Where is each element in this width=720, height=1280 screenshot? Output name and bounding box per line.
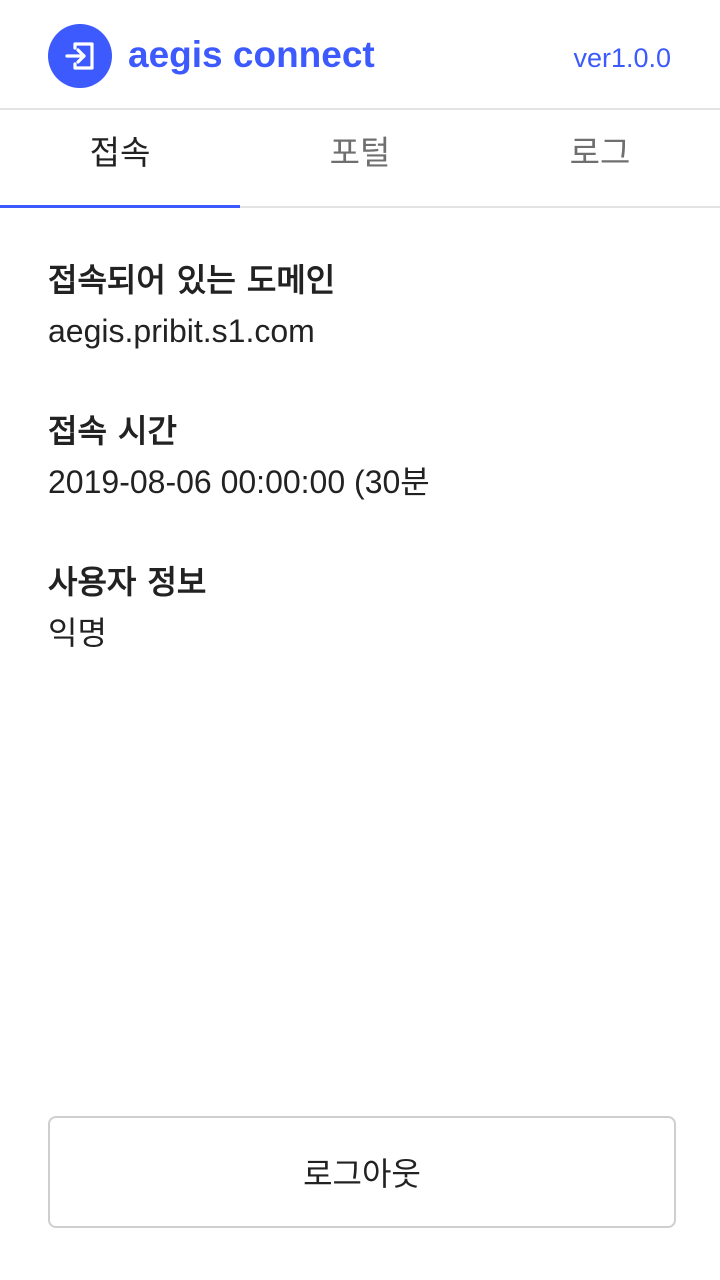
tab-log[interactable]: 로그 — [480, 110, 720, 206]
time-value: 2019-08-06 00:00:00 (30분 — [48, 464, 430, 500]
user-value: 익명 — [48, 615, 107, 651]
domain-section: 접속되어 있는 도메인 aegis.pribit.s1.com — [48, 254, 672, 356]
user-section: 사용자 정보 익명 — [48, 556, 672, 658]
user-label: 사용자 정보 — [48, 563, 207, 601]
time-section: 접속 시간 2019-08-06 00:00:00 (30분 — [48, 405, 672, 507]
tab-bar: 접속 포털 로그 — [0, 110, 720, 208]
app-screen: aegis connect ver1.0.0 접속 포털 로그 접속되어 있는 … — [0, 0, 720, 1280]
connection-info: 접속되어 있는 도메인 aegis.pribit.s1.com 접속 시간 20… — [48, 254, 672, 707]
version-label: ver1.0.0 — [573, 43, 671, 73]
app-title: aegis connect — [128, 34, 375, 75]
time-label: 접속 시간 — [48, 412, 177, 450]
domain-label: 접속되어 있는 도메인 — [48, 261, 336, 299]
logout-button[interactable]: 로그아웃 — [48, 1116, 676, 1228]
app-header: aegis connect ver1.0.0 — [0, 0, 720, 110]
login-arrow-icon — [48, 24, 112, 88]
tab-connection[interactable]: 접속 — [0, 110, 240, 208]
tab-portal[interactable]: 포털 — [240, 110, 480, 206]
domain-value: aegis.pribit.s1.com — [48, 313, 315, 349]
